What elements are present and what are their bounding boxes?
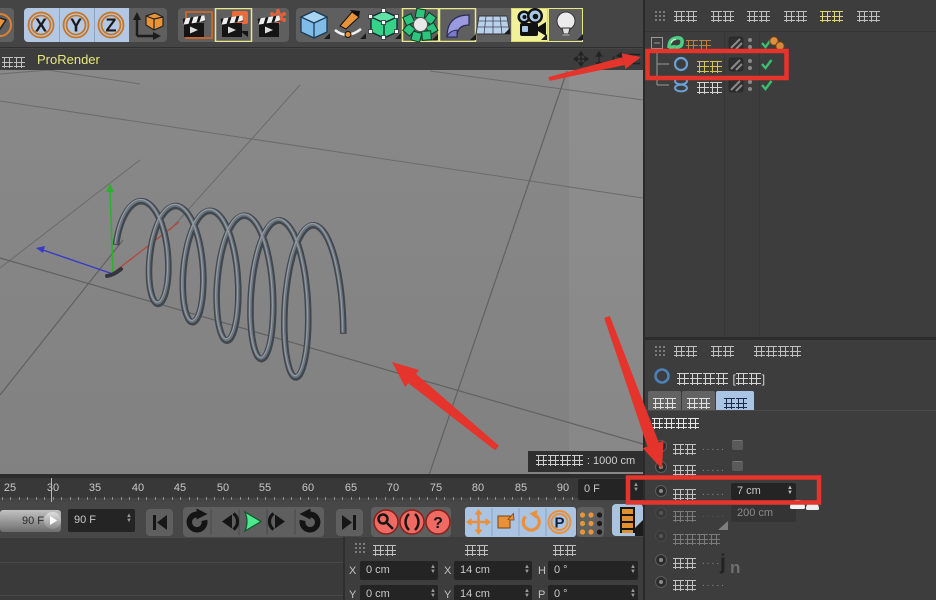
svg-text:Y: Y <box>70 16 82 36</box>
svg-text:X: X <box>35 16 47 36</box>
svg-text:?: ? <box>433 515 443 532</box>
svg-text:Z: Z <box>106 16 117 36</box>
svg-text:P: P <box>554 515 564 532</box>
